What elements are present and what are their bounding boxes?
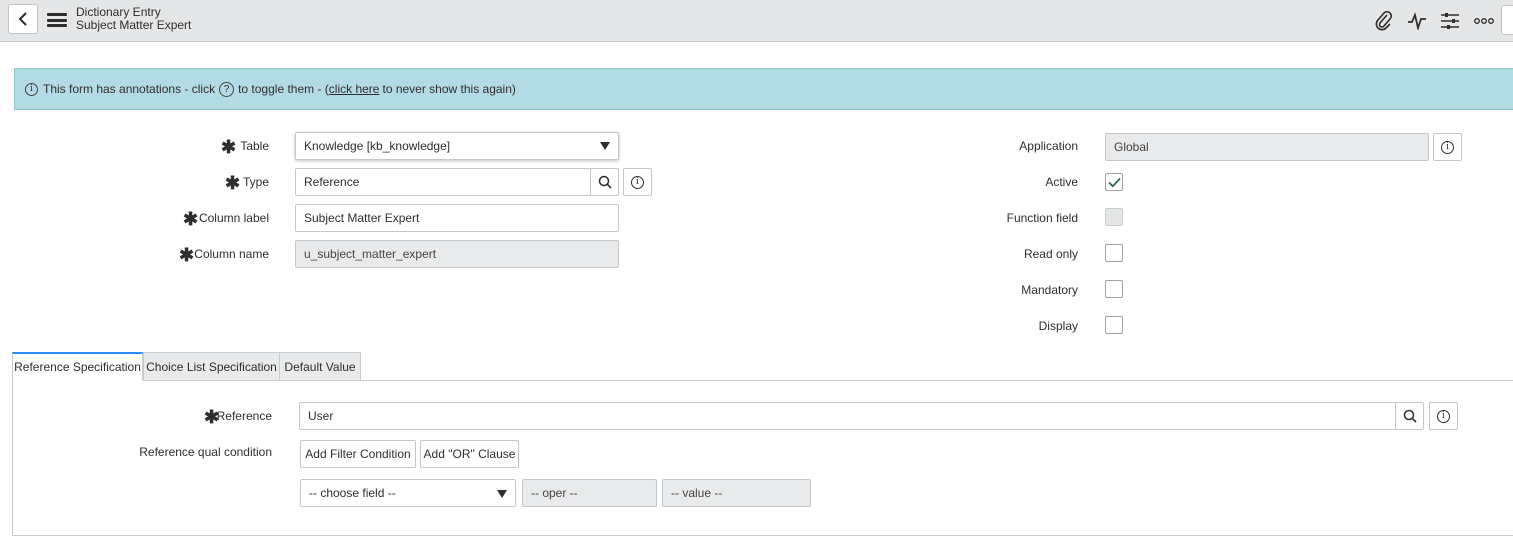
column-label-input[interactable]: Subject Matter Expert — [295, 204, 619, 232]
column-name-input: u_subject_matter_expert — [295, 240, 619, 268]
info-icon: i — [1437, 409, 1450, 423]
column-label-label: Column label — [198, 211, 269, 225]
display-label: Display — [1038, 319, 1078, 333]
oper-value: -- oper -- — [531, 486, 578, 500]
value-value: -- value -- — [671, 486, 723, 500]
type-lookup-button[interactable] — [590, 168, 619, 196]
type-input-value: Reference — [304, 175, 360, 189]
page-title-block: Dictionary Entry Subject Matter Expert — [76, 6, 191, 32]
type-input[interactable]: Reference — [295, 168, 591, 196]
table-label: Table — [240, 139, 269, 153]
more-icon[interactable] — [1473, 10, 1495, 32]
choose-field-select[interactable]: -- choose field -- — [300, 479, 516, 507]
active-checkbox[interactable] — [1105, 173, 1123, 191]
search-icon — [598, 175, 612, 189]
column-name-label: Column name — [194, 247, 269, 261]
mandatory-checkbox[interactable] — [1105, 280, 1123, 298]
annotation-text-1: This form has annotations - click — [43, 82, 216, 96]
active-label: Active — [1045, 175, 1078, 189]
read-only-checkbox[interactable] — [1105, 244, 1123, 262]
add-filter-condition-button[interactable]: Add Filter Condition — [300, 440, 416, 468]
search-icon — [1403, 409, 1417, 423]
form-header: Dictionary Entry Subject Matter Expert — [0, 0, 1513, 42]
reference-lookup-button[interactable] — [1395, 402, 1424, 430]
reference-info-button[interactable]: i — [1429, 402, 1458, 430]
header-overflow-button[interactable] — [1501, 5, 1513, 35]
reference-input[interactable]: User — [299, 402, 1396, 430]
settings-sliders-icon[interactable] — [1439, 10, 1461, 32]
display-checkbox[interactable] — [1105, 316, 1123, 334]
page-subtitle: Subject Matter Expert — [76, 18, 192, 32]
annotation-text-2: to toggle them - ( — [238, 82, 329, 96]
column-name-value: u_subject_matter_expert — [304, 247, 437, 261]
choose-field-value: -- choose field -- — [309, 486, 396, 500]
table-select-value: Knowledge [kb_knowledge] — [304, 139, 451, 153]
activity-icon[interactable] — [1406, 10, 1428, 32]
dropdown-caret-icon — [600, 142, 610, 150]
info-icon: i — [1441, 140, 1454, 154]
function-field-checkbox — [1105, 208, 1123, 226]
value-input: -- value -- — [662, 479, 811, 507]
application-label: Application — [1019, 139, 1078, 153]
attachment-icon[interactable] — [1373, 10, 1395, 32]
help-toggle-icon[interactable]: ? — [219, 81, 235, 97]
reference-label: Reference — [216, 409, 272, 423]
chevron-left-icon — [18, 12, 27, 26]
function-field-label: Function field — [1006, 211, 1078, 225]
dropdown-caret-icon — [497, 490, 507, 498]
tab-reference-specification[interactable]: Reference Specification — [12, 352, 143, 381]
type-label: Type — [242, 175, 269, 189]
never-show-link[interactable]: click here — [329, 82, 380, 96]
column-label-value: Subject Matter Expert — [304, 211, 420, 225]
info-icon: i — [631, 175, 644, 189]
annotation-banner: i This form has annotations - click ? to… — [14, 68, 1513, 110]
tab-default-value[interactable]: Default Value — [279, 352, 361, 381]
annotation-text-3: to never show this again) — [382, 82, 516, 96]
tab-choice-list-specification[interactable]: Choice List Specification — [143, 352, 280, 381]
hamburger-menu-icon[interactable] — [47, 13, 67, 27]
application-value: Global — [1114, 140, 1149, 154]
info-icon: i — [25, 82, 38, 96]
back-button[interactable] — [8, 4, 38, 34]
checkmark-icon — [1107, 177, 1121, 187]
type-info-button[interactable]: i — [623, 168, 652, 196]
add-or-clause-button[interactable]: Add "OR" Clause — [420, 440, 519, 468]
application-info-button[interactable]: i — [1433, 133, 1462, 161]
read-only-label: Read only — [1023, 247, 1078, 261]
application-input: Global — [1105, 133, 1429, 161]
oper-select: -- oper -- — [522, 479, 657, 507]
table-select[interactable]: Knowledge [kb_knowledge] — [295, 132, 619, 160]
reference-value: User — [308, 409, 334, 423]
mandatory-label: Mandatory — [1021, 283, 1078, 297]
reference-qual-label: Reference qual condition — [139, 445, 272, 459]
